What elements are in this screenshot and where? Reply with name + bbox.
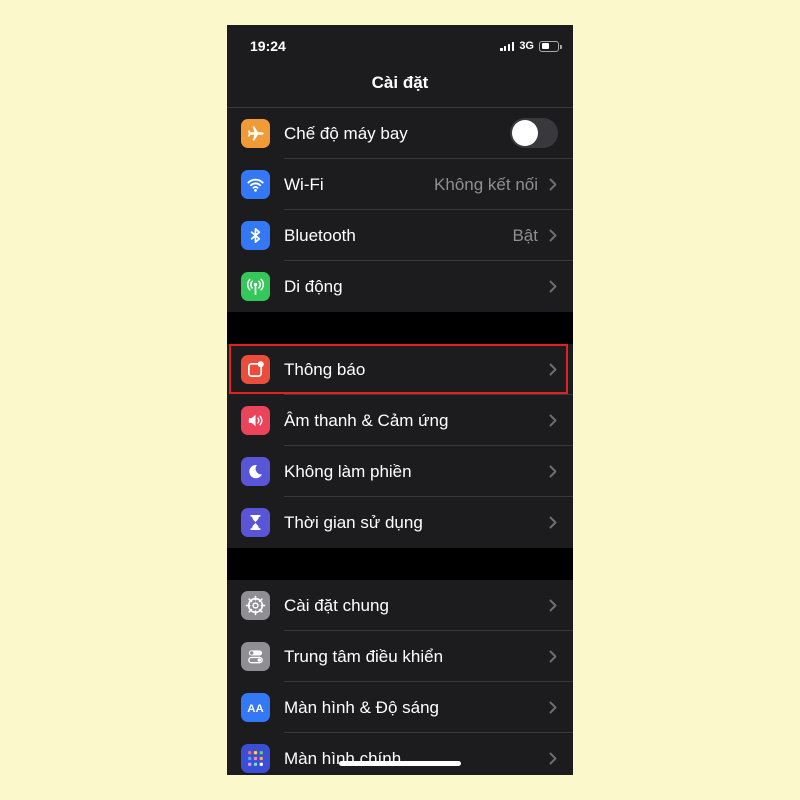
airplane-icon bbox=[241, 119, 270, 148]
settings-row-bluetooth[interactable]: Bluetooth Bật bbox=[227, 210, 573, 261]
status-bar: 19:24 3G bbox=[227, 25, 573, 69]
home-screen-icon bbox=[241, 744, 270, 773]
chevron-right-icon bbox=[549, 414, 557, 427]
settings-row-screen-time[interactable]: Thời gian sử dụng bbox=[227, 497, 573, 548]
chevron-right-icon bbox=[549, 465, 557, 478]
row-label: Thời gian sử dụng bbox=[284, 513, 423, 532]
row-label: Âm thanh & Cảm ứng bbox=[284, 411, 449, 430]
chevron-right-icon bbox=[549, 280, 557, 293]
row-label: Chế độ máy bay bbox=[284, 124, 408, 143]
wifi-status: Không kết nối bbox=[434, 175, 538, 194]
moon-icon bbox=[241, 457, 270, 486]
cellular-icon bbox=[241, 272, 270, 301]
settings-row-airplane-mode[interactable]: Chế độ máy bay bbox=[227, 108, 573, 159]
chevron-right-icon bbox=[549, 178, 557, 191]
bluetooth-status: Bật bbox=[512, 226, 538, 245]
settings-row-general[interactable]: Cài đặt chung bbox=[227, 580, 573, 631]
settings-row-control-center[interactable]: Trung tâm điều khiển bbox=[227, 631, 573, 682]
chevron-right-icon bbox=[549, 229, 557, 242]
home-indicator[interactable] bbox=[339, 761, 461, 766]
chevron-right-icon bbox=[549, 752, 557, 765]
settings-row-cellular[interactable]: Di động bbox=[227, 261, 573, 312]
highlight-box bbox=[229, 344, 568, 394]
page-title: Cài đặt bbox=[371, 73, 429, 92]
wifi-icon bbox=[241, 170, 270, 199]
header: 19:24 3G Cài đặt bbox=[227, 25, 573, 108]
row-label: Bluetooth bbox=[284, 226, 356, 245]
settings-group-general: Cài đặt chung Trung tâm điều khiển AA Mà… bbox=[227, 580, 573, 775]
settings-row-do-not-disturb[interactable]: Không làm phiền bbox=[227, 446, 573, 497]
row-label: Trung tâm điều khiển bbox=[284, 647, 444, 666]
svg-text:AA: AA bbox=[247, 703, 263, 715]
gear-icon bbox=[241, 591, 270, 620]
row-label: Cài đặt chung bbox=[284, 596, 389, 615]
row-label: Wi-Fi bbox=[284, 175, 324, 194]
network-type: 3G bbox=[519, 40, 534, 52]
chevron-right-icon bbox=[549, 516, 557, 529]
chevron-right-icon bbox=[549, 650, 557, 663]
airplane-mode-toggle[interactable] bbox=[510, 118, 558, 148]
row-label: Không làm phiền bbox=[284, 462, 412, 481]
row-label: Di động bbox=[284, 277, 343, 296]
chevron-right-icon bbox=[549, 701, 557, 714]
display-brightness-icon: AA bbox=[241, 693, 270, 722]
settings-row-sounds-haptics[interactable]: Âm thanh & Cảm ứng bbox=[227, 395, 573, 446]
status-indicators: 3G bbox=[500, 40, 562, 52]
settings-row-wifi[interactable]: Wi-Fi Không kết nối bbox=[227, 159, 573, 210]
bluetooth-icon bbox=[241, 221, 270, 250]
hourglass-icon bbox=[241, 508, 270, 537]
signal-icon bbox=[500, 41, 515, 51]
row-label: Màn hình & Độ sáng bbox=[284, 698, 439, 717]
row-label: Màn hình chính bbox=[284, 749, 402, 768]
control-center-icon bbox=[241, 642, 270, 671]
settings-row-display-brightness[interactable]: AA Màn hình & Độ sáng bbox=[227, 682, 573, 733]
speaker-icon bbox=[241, 406, 270, 435]
settings-group-connectivity: Chế độ máy bay Wi-Fi Không kết nối Bluet… bbox=[227, 108, 573, 312]
settings-row-home-screen[interactable]: Màn hình chính bbox=[227, 733, 573, 775]
battery-icon bbox=[539, 40, 562, 52]
chevron-right-icon bbox=[549, 599, 557, 612]
status-time: 19:24 bbox=[250, 38, 286, 54]
phone-screen: 19:24 3G Cài đặt Chế độ máy bay Wi-Fi Kh… bbox=[227, 25, 573, 775]
